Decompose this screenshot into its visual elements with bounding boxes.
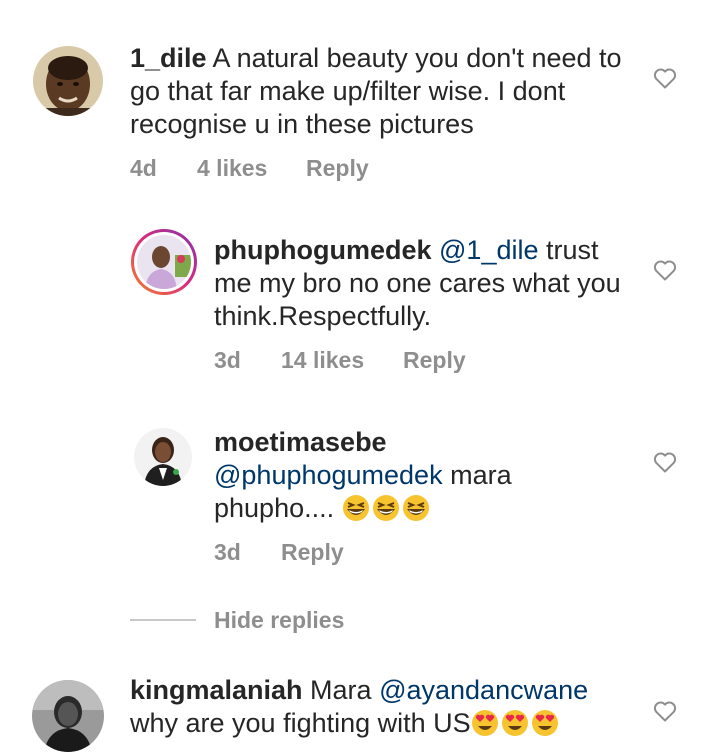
hide-replies-button[interactable]: Hide replies	[214, 607, 344, 634]
avatar-photo	[32, 680, 104, 752]
avatar-moetimasebe[interactable]	[134, 428, 192, 486]
reply-button[interactable]: Reply	[306, 155, 369, 182]
like-heart-icon[interactable]	[653, 700, 677, 722]
avatar-photo	[33, 46, 103, 116]
comment-text: phuphogumedek @1_dile trust me my bro no…	[214, 234, 634, 333]
username-link[interactable]: kingmalaniah	[130, 675, 303, 705]
avatar-photo	[137, 235, 191, 289]
avatar-photo	[134, 428, 192, 486]
comment-text: moetimasebe @phuphogumedek mara phupho..…	[214, 426, 634, 525]
comment-time: 4d	[130, 155, 157, 181]
mention-link[interactable]: @phuphogumedek	[214, 460, 443, 490]
username-link[interactable]: phuphogumedek	[214, 235, 432, 265]
comment-body: why are you fighting with US	[130, 708, 471, 738]
like-heart-icon[interactable]	[653, 67, 677, 89]
avatar-kingmalaniah[interactable]	[32, 680, 104, 752]
like-heart-icon[interactable]	[653, 259, 677, 281]
comment-time: 3d	[214, 347, 241, 373]
comment-body: Mara	[302, 675, 380, 705]
avatar-1_dile[interactable]	[33, 46, 103, 116]
likes-count[interactable]: 14 likes	[281, 347, 364, 374]
likes-count[interactable]: 4 likes	[197, 155, 267, 182]
comment-text: kingmalaniah Mara @ayandancwane why are …	[130, 674, 635, 740]
comment-text: 1_dile A natural beauty you don't need t…	[130, 42, 635, 141]
reply-button[interactable]: Reply	[281, 539, 344, 566]
heart-eyes-emoji	[471, 708, 561, 738]
avatar-phuphogumedek[interactable]	[131, 229, 197, 295]
reply-button[interactable]: Reply	[403, 347, 466, 374]
comment-time: 3d	[214, 539, 241, 565]
username-link[interactable]: moetimasebe	[214, 427, 387, 457]
hide-replies-divider	[130, 619, 196, 621]
grin-squint-emoji	[342, 493, 432, 523]
mention-link[interactable]: @1_dile	[439, 235, 538, 265]
like-heart-icon[interactable]	[653, 451, 677, 473]
mention-link[interactable]: @ayandancwane	[379, 675, 588, 705]
username-link[interactable]: 1_dile	[130, 43, 207, 73]
